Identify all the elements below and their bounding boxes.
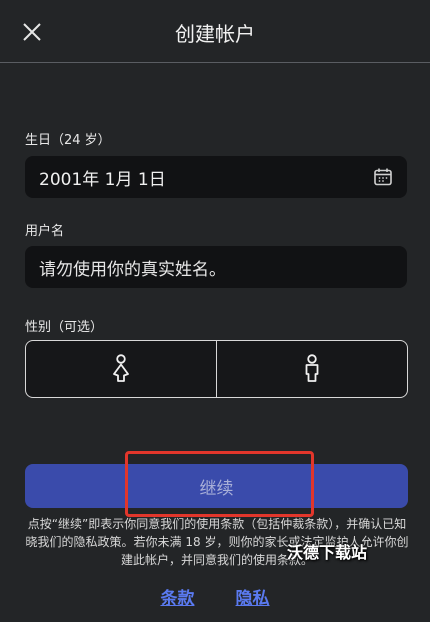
gender-selector (25, 340, 408, 398)
terms-link[interactable]: 条款 (160, 584, 194, 609)
female-icon (113, 354, 129, 382)
gender-label: 性别（可选） (25, 320, 104, 335)
username-label: 用户名 (25, 224, 65, 239)
birthday-label: 生日（24 岁） (25, 133, 111, 148)
male-icon (305, 354, 319, 382)
page-title: 创建帐户 (175, 22, 255, 46)
highlight-box (125, 451, 314, 517)
legal-links: 条款 隐私 (0, 584, 430, 609)
privacy-link[interactable]: 隐私 (236, 584, 270, 609)
birthday-value: 2001年 1月 1日 (39, 169, 166, 190)
gender-option-female[interactable] (26, 341, 216, 397)
birthday-field[interactable]: 2001年 1月 1日 (25, 156, 407, 198)
watermark: 沃德下载站 (287, 543, 368, 562)
header-bar: 创建帐户 (0, 0, 430, 63)
username-input[interactable]: 请勿使用你的真实姓名。 (25, 246, 407, 288)
calendar-icon[interactable] (373, 167, 393, 187)
gender-option-male[interactable] (216, 341, 407, 397)
